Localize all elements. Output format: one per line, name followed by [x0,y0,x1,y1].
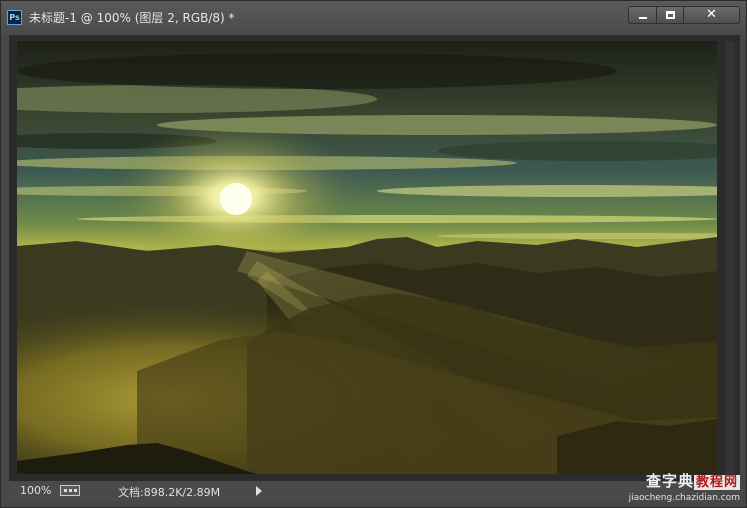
landscape-image [17,41,717,474]
vertical-scrollbar[interactable] [725,41,735,474]
window-controls: ✕ [628,6,740,26]
minimize-icon [639,17,647,19]
canvas-image[interactable] [17,41,717,474]
watermark-url: jiaocheng.chazidian.com [628,493,740,503]
maximize-button[interactable] [656,6,684,24]
watermark-main: 查字典 [645,472,694,490]
triangle-right-icon[interactable] [256,486,262,496]
document-title: 未标题-1 @ 100% (图层 2, RGB/8) * [29,11,235,25]
watermark: 查字典 教程网 jiaocheng.chazidian.com [612,472,740,504]
maximize-icon [666,11,675,19]
watermark-sub: 教程网 [693,475,740,490]
close-icon: ✕ [706,7,717,22]
watermark-title: 查字典 教程网 [612,472,740,492]
photoshop-icon: Ps [7,10,22,25]
canvas-area [9,35,740,481]
document-status-icon[interactable] [60,485,80,496]
document-info: 文档:898.2K/2.89M [118,486,221,499]
close-button[interactable]: ✕ [684,6,740,24]
zoom-level[interactable]: 100% [20,484,51,497]
title-bar[interactable]: Ps 未标题-1 @ 100% (图层 2, RGB/8) * ✕ [1,1,746,35]
minimize-button[interactable] [628,6,656,24]
document-window: Ps 未标题-1 @ 100% (图层 2, RGB/8) * ✕ 100% 文… [0,0,747,508]
